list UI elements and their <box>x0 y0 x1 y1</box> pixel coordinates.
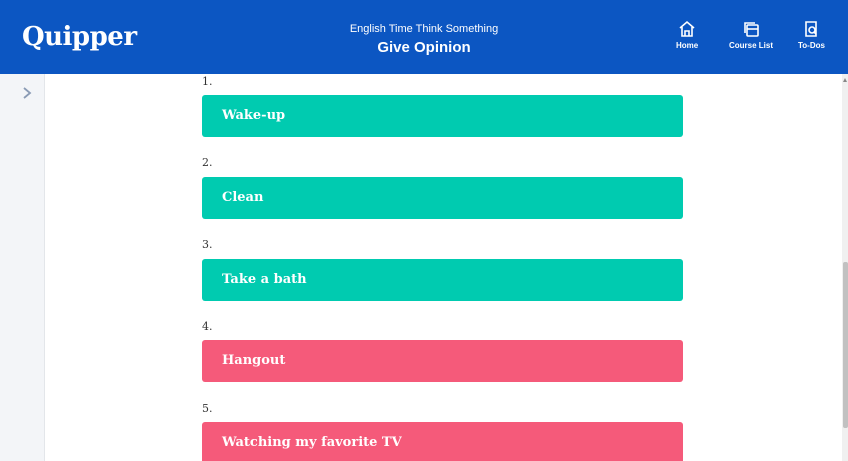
nav-course-list-button[interactable]: Course List <box>729 20 773 50</box>
answer-option[interactable]: Hangout <box>202 340 683 382</box>
nav-home-button[interactable]: Home <box>676 20 698 50</box>
scrollbar-thumb[interactable] <box>843 262 848 428</box>
item-number: 5. <box>202 402 213 415</box>
nav-home-label: Home <box>676 41 699 50</box>
sidebar <box>0 74 45 461</box>
quipper-logo[interactable]: Quipper <box>22 22 137 52</box>
item-number: 2. <box>202 156 213 169</box>
nav-todos-button[interactable]: To-Dos <box>798 20 825 50</box>
scroll-up-arrow-icon[interactable] <box>843 78 847 82</box>
item-number: 3. <box>202 238 213 251</box>
item-number: 4. <box>202 320 213 333</box>
answer-option[interactable]: Wake-up <box>202 95 683 137</box>
top-bar: Quipper English Time Think Something Giv… <box>0 0 848 74</box>
item-number: 1. <box>202 75 213 88</box>
nav-course-list-label: Course List <box>729 41 774 50</box>
chevron-right-icon[interactable] <box>20 86 34 100</box>
home-icon <box>679 20 695 37</box>
todos-icon <box>805 21 818 37</box>
answer-option[interactable]: Take a bath <box>202 259 683 301</box>
content-area: 1. Wake-up 2. Clean 3. Take a bath 4. Ha… <box>45 74 842 461</box>
answer-option[interactable]: Clean <box>202 177 683 219</box>
nav-todos-label: To-Dos <box>798 41 825 50</box>
course-list-icon <box>744 22 759 37</box>
answer-option[interactable]: Watching my favorite TV <box>202 422 683 461</box>
